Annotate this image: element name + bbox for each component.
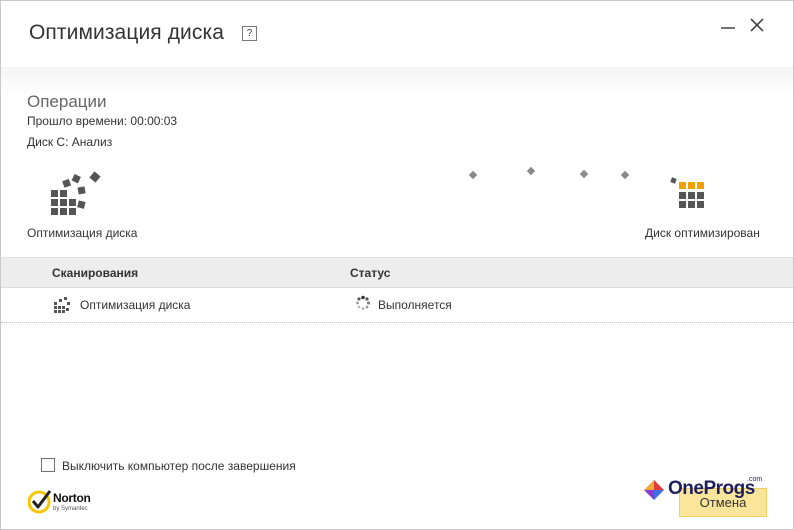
norton-brand-sub: by Symantec <box>53 506 88 512</box>
drive-status: Диск C: Анализ <box>27 135 113 149</box>
progress-dot <box>620 170 630 180</box>
elapsed-time: Прошло времени: 00:00:03 <box>27 114 178 128</box>
operations-panel: Операции Прошло времени: 00:00:03 Диск C… <box>1 67 793 257</box>
spinner-icon <box>356 295 370 310</box>
disk-small-icon <box>54 297 70 313</box>
shutdown-checkbox-label[interactable]: Выключить компьютер после завершения <box>62 459 296 473</box>
watermark-suffix: .com <box>747 476 763 483</box>
window-title: Оптимизация диска <box>29 21 225 44</box>
oneprogs-logo-icon <box>644 480 664 500</box>
disk-optimized-icon <box>670 177 704 208</box>
progress-dot <box>468 170 478 180</box>
norton-logo: Norton by Symantec <box>28 488 108 518</box>
column-header-status: Статус <box>350 266 391 280</box>
norton-brand-name: Norton <box>53 491 91 505</box>
source-label: Оптимизация диска <box>27 226 138 240</box>
close-icon <box>750 18 764 32</box>
oneprogs-watermark: OneProgs .com <box>643 476 767 503</box>
operations-heading: Операции <box>27 92 107 111</box>
disk-optimization-window: Оптимизация диска ? Операции Прошло врем… <box>0 0 794 530</box>
table-row: Оптимизация диска Выполняется <box>1 288 793 323</box>
scan-name: Оптимизация диска <box>80 298 191 312</box>
close-button[interactable] <box>747 15 767 35</box>
progress-dot <box>579 169 589 179</box>
shutdown-checkbox[interactable] <box>41 458 55 472</box>
progress-dot <box>526 166 536 176</box>
minimize-icon <box>721 27 735 29</box>
help-icon[interactable]: ? <box>242 26 257 41</box>
column-header-scans: Сканирования <box>52 266 139 280</box>
disk-fragments-icon <box>51 171 101 215</box>
target-label: Диск оптимизирован <box>645 226 760 240</box>
minimize-button[interactable] <box>718 15 738 35</box>
norton-check-icon <box>28 490 52 514</box>
title-bar: Оптимизация диска ? <box>1 1 793 67</box>
scan-status: Выполняется <box>378 298 452 312</box>
table-header: Сканирования Статус <box>1 257 793 288</box>
watermark-name: OneProgs <box>668 478 755 499</box>
